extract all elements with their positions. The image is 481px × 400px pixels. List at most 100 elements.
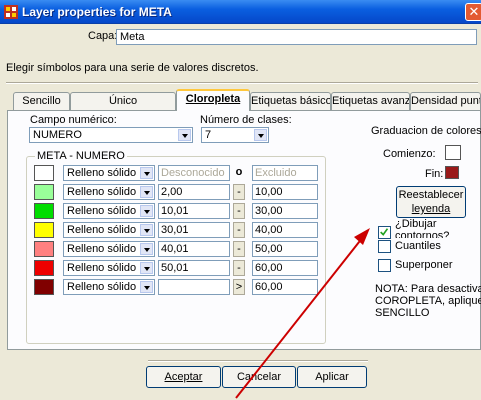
layer-name-field[interactable]: Meta (116, 29, 477, 45)
group-title: META - NUMERO (35, 150, 127, 162)
tab-sencillo[interactable]: Sencillo (13, 92, 70, 110)
range-from-field[interactable]: 10,01 (158, 203, 230, 219)
class-count-value: 7 (205, 129, 212, 141)
overlay-label: Superponer (395, 259, 453, 271)
numeric-field-select[interactable]: NUMERO (29, 127, 193, 143)
fill-style-value: Relleno sólido (67, 205, 137, 217)
fill-style-select[interactable]: Relleno sólido (63, 260, 155, 276)
range-to-field[interactable]: Excluido (252, 165, 318, 181)
draw-outlines-label-2: contornos? (395, 231, 450, 238)
range-operator: o (235, 166, 243, 178)
gradient-end-label: Fin: (425, 168, 444, 180)
ok-button[interactable]: Aceptar (146, 366, 221, 388)
chevron-down-icon (254, 129, 267, 141)
range-operator: - (233, 184, 245, 200)
tab-etiquetas-avanz[interactable]: Etiquetas avanz. (331, 92, 410, 110)
quantiles-label: Cuantiles (395, 240, 441, 252)
fill-style-select[interactable]: Relleno sólido (63, 241, 155, 257)
title-bar[interactable]: Layer properties for META ✕ (0, 0, 481, 24)
draw-outlines-label: ¿Dibujar contornos? (395, 219, 449, 241)
class-color-swatch[interactable] (34, 203, 54, 219)
gradient-end-color[interactable] (445, 166, 459, 179)
fill-style-value: Relleno sólido (67, 186, 137, 198)
draw-outlines-label-1: ¿Dibujar (395, 218, 437, 230)
quantiles-checkbox[interactable] (378, 240, 391, 253)
chevron-down-icon (178, 129, 191, 141)
fill-style-select[interactable]: Relleno sólido (63, 222, 155, 238)
numeric-field-value: NUMERO (33, 129, 82, 141)
range-from-field[interactable]: 2,00 (158, 184, 230, 200)
class-color-swatch[interactable] (34, 165, 54, 181)
cancel-label: Cancelar (236, 371, 282, 383)
class-color-swatch[interactable] (34, 241, 54, 257)
range-operator: - (233, 241, 245, 257)
chevron-down-icon (140, 281, 153, 293)
fill-style-value: Relleno sólido (67, 167, 137, 179)
reset-legend-button[interactable]: Reestablecer leyenda (396, 186, 466, 218)
close-icon: ✕ (468, 4, 480, 19)
reset-legend-label-2: leyenda (411, 203, 451, 215)
tab-cloropleta[interactable]: Cloropleta (176, 89, 250, 111)
range-to-field[interactable]: 30,00 (252, 203, 318, 219)
tab-label: Sencillo (22, 95, 61, 107)
chevron-down-icon (140, 186, 153, 198)
tab-label: Densidad puntos (411, 95, 480, 107)
range-to-field[interactable]: 40,00 (252, 222, 318, 238)
range-from-field[interactable]: 40,01 (158, 241, 230, 257)
fill-style-value: Relleno sólido (67, 262, 137, 274)
class-color-swatch[interactable] (34, 260, 54, 276)
range-to-field[interactable]: 60,00 (252, 260, 318, 276)
apply-button[interactable]: Aplicar (297, 366, 367, 388)
range-operator: - (233, 260, 245, 276)
description-text: Elegir símbolos para una serie de valore… (6, 62, 259, 74)
reset-legend-label-1: Reestablecer (398, 189, 464, 201)
fill-style-value: Relleno sólido (67, 281, 137, 293)
fill-style-select[interactable]: Relleno sólido (63, 184, 155, 200)
class-count-label: Número de clases: (200, 114, 292, 126)
window-title: Layer properties for META (22, 5, 172, 19)
range-from-field[interactable]: 50,01 (158, 260, 230, 276)
gradient-start-color[interactable] (445, 145, 461, 160)
tab-label: Cloropleta (185, 93, 241, 105)
dialog-window: Layer properties for META ✕ Capa: Meta E… (0, 0, 481, 400)
range-operator: > (233, 279, 245, 295)
fill-style-select[interactable]: Relleno sólido (63, 279, 155, 295)
tab-unico[interactable]: Único (70, 92, 176, 110)
ok-label: Aceptar (164, 371, 203, 383)
chevron-down-icon (140, 167, 153, 179)
gradient-start-label: Comienzo: (383, 148, 436, 160)
draw-outlines-checkbox[interactable] (378, 226, 391, 239)
note-line: COROPLETA, aplique (375, 295, 481, 307)
note-line: SENCILLO (375, 307, 430, 319)
class-count-select[interactable]: 7 (201, 127, 269, 143)
apply-label: Aplicar (315, 371, 349, 383)
cancel-button[interactable]: Cancelar (222, 366, 296, 388)
class-color-swatch[interactable] (34, 279, 54, 295)
app-icon (4, 5, 18, 19)
fill-style-select[interactable]: Relleno sólido (63, 203, 155, 219)
overlay-checkbox[interactable] (378, 259, 391, 272)
class-color-swatch[interactable] (34, 222, 54, 238)
tab-densidad-puntos[interactable]: Densidad puntos (410, 92, 481, 110)
chevron-down-icon (140, 205, 153, 217)
class-color-swatch[interactable] (34, 184, 54, 200)
tab-label: Etiquetas básico (251, 95, 331, 107)
fill-style-value: Relleno sólido (67, 243, 137, 255)
range-to-field[interactable]: 50,00 (252, 241, 318, 257)
range-from-field[interactable]: Desconocido (158, 165, 230, 181)
range-from-field[interactable] (158, 279, 230, 295)
footer-divider (148, 360, 368, 362)
range-to-field[interactable]: 60,00 (252, 279, 318, 295)
divider (6, 82, 478, 84)
range-from-field[interactable]: 30,01 (158, 222, 230, 238)
range-to-field[interactable]: 10,00 (252, 184, 318, 200)
numeric-field-label: Campo numérico: (30, 114, 117, 126)
layer-name-value: Meta (120, 31, 145, 43)
tab-etiquetas-basico[interactable]: Etiquetas básico (250, 92, 331, 110)
check-icon (380, 228, 389, 236)
note-line: NOTA: Para desactivar (375, 283, 481, 295)
layer-label: Capa: (88, 30, 118, 42)
fill-style-select[interactable]: Relleno sólido (63, 165, 155, 181)
gradient-title: Graduacion de colores (371, 125, 481, 137)
close-button[interactable]: ✕ (465, 3, 481, 21)
